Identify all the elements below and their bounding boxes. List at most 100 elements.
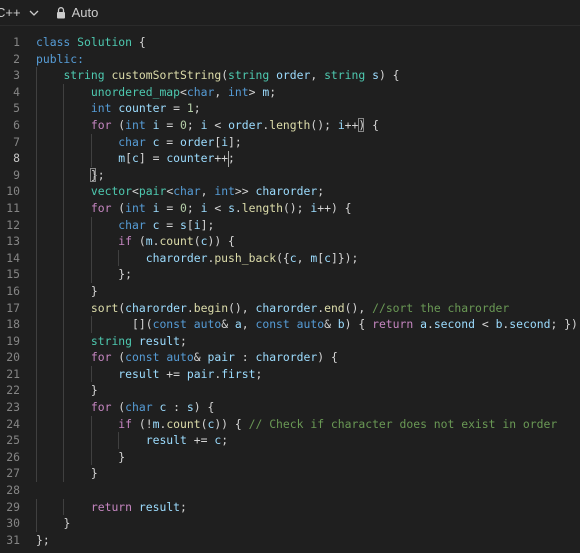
- code-line[interactable]: 23 for (char c : s) {: [0, 399, 580, 416]
- line-number: 28: [6, 483, 20, 498]
- code-token: +=: [159, 366, 187, 381]
- code-line[interactable]: 29 return result;: [0, 498, 580, 516]
- code-line[interactable]: 12 char c = s[i];: [0, 216, 580, 234]
- code-token: string: [228, 68, 277, 83]
- code-token: =: [166, 101, 187, 116]
- line-number: 23: [6, 400, 20, 415]
- code-token: //sort the charorder: [372, 300, 510, 315]
- line-number: 4: [13, 84, 20, 99]
- lock-icon: [56, 6, 65, 18]
- code-line[interactable]: 16 }: [0, 282, 580, 300]
- code-token: m: [145, 234, 153, 249]
- code-line[interactable]: 20 for (const auto& pair : charorder) {: [0, 349, 580, 366]
- code-editor[interactable]: 1 class Solution {2 public: 3 string custom…: [0, 34, 580, 553]
- code-token: string: [324, 68, 373, 83]
- line-number: 1: [13, 35, 20, 49]
- code-line[interactable]: 1 class Solution {: [0, 34, 580, 51]
- code-line[interactable]: 27 }: [0, 465, 580, 483]
- code-line[interactable]: 25 result += c;: [0, 432, 580, 449]
- code-token: ,: [241, 317, 256, 332]
- code-line[interactable]: 7 char c = order[i];: [0, 133, 580, 151]
- code-line[interactable]: 31};: [0, 532, 580, 549]
- code-token: ({: [276, 250, 290, 265]
- code-token: pair: [138, 184, 167, 199]
- code-token: vector: [90, 184, 133, 199]
- code-line[interactable]: 24 if (!m.count(c)) { // Check if charac…: [0, 415, 580, 433]
- code-line[interactable]: 3 string customSortString(string order, …: [0, 67, 580, 84]
- code-token: b: [337, 317, 345, 332]
- code-token: class: [36, 35, 78, 49]
- language-selector[interactable]: C++: [0, 5, 21, 20]
- code-token: result: [145, 433, 187, 448]
- auto-mode-label[interactable]: Auto: [72, 5, 99, 20]
- code-line[interactable]: 14 charorder.push_back({c, m[c]});: [0, 249, 580, 267]
- code-line[interactable]: 5 int counter = 1;: [0, 100, 580, 117]
- code-token: ;: [186, 200, 201, 215]
- code-token: (),: [228, 300, 256, 315]
- code-token: a: [234, 317, 242, 332]
- code-token: push_back: [214, 250, 277, 265]
- code-token: [](: [132, 317, 153, 332]
- code-line[interactable]: 4 unordered_map<char, int> m;: [0, 83, 580, 101]
- code-token: for: [90, 350, 112, 365]
- code-line[interactable]: 19 string result;: [0, 332, 580, 350]
- code-token: (!: [132, 416, 153, 431]
- code-token: s: [228, 200, 235, 215]
- code-text: charorder.push_back({c, m[c]});: [36, 250, 359, 267]
- code-token: auto: [193, 317, 222, 332]
- code-text: char c = s[i];: [36, 217, 214, 234]
- line-number: 30: [6, 516, 20, 531]
- code-line[interactable]: 6 for (int i = 0; i < order.length(); i+…: [0, 116, 580, 134]
- line-number: 15: [6, 267, 20, 282]
- code-token: s: [180, 217, 187, 232]
- code-line[interactable]: 18 [](const auto& a, const auto& b) { re…: [0, 316, 580, 333]
- code-text: string customSortString(string order, st…: [36, 67, 399, 84]
- code-token: order: [228, 117, 263, 132]
- code-line[interactable]: 13 if (m.count(c)) {: [0, 233, 580, 250]
- line-number: 17: [6, 300, 20, 315]
- code-text: for (char c : s) {: [36, 399, 214, 416]
- code-line[interactable]: 15 };: [0, 266, 580, 283]
- code-token: i: [193, 217, 201, 232]
- line-number: 5: [13, 101, 20, 116]
- code-line[interactable]: 30 }: [0, 515, 580, 532]
- code-line[interactable]: 8 m[c] = counter++;: [0, 150, 580, 167]
- bracket-match-highlight: [90, 167, 97, 182]
- code-token: result: [118, 366, 160, 381]
- bracket-match-highlight: [358, 118, 365, 132]
- code-token: if: [118, 416, 133, 431]
- code-line[interactable]: 10 vector<pair<char, int>> charorder;: [0, 183, 580, 200]
- code-token: Solution: [77, 35, 133, 49]
- code-token: ) {: [317, 350, 338, 365]
- code-token: =: [159, 117, 181, 132]
- code-line[interactable]: 21 result += pair.first;: [0, 365, 580, 383]
- chevron-down-icon[interactable]: [27, 6, 41, 20]
- code-token: charorder: [255, 184, 318, 199]
- code-line[interactable]: 22 }: [0, 382, 580, 400]
- code-line[interactable]: 2 public:: [0, 51, 580, 68]
- code-token: c: [132, 151, 139, 166]
- line-number: 31: [6, 532, 20, 547]
- code-token: )) {: [214, 416, 249, 431]
- code-token: };: [118, 267, 133, 282]
- line-number: 27: [6, 466, 20, 481]
- code-line[interactable]: 17 sort(charorder.begin(), charorder.end…: [0, 299, 580, 317]
- code-token: 0: [180, 200, 187, 215]
- code-token: ++) {: [317, 200, 352, 215]
- code-token: <: [207, 200, 229, 215]
- code-line[interactable]: 9 };: [0, 166, 580, 184]
- code-line[interactable]: 11 for (int i = 0; i < s.length(); i++) …: [0, 199, 580, 217]
- code-token: (: [111, 200, 126, 215]
- code-token: result: [138, 333, 181, 348]
- line-number: 20: [6, 350, 20, 365]
- code-token: ;: [193, 101, 201, 116]
- code-line[interactable]: 26 }: [0, 448, 580, 466]
- code-line[interactable]: 28: [0, 482, 580, 499]
- code-token: ];: [228, 134, 242, 149]
